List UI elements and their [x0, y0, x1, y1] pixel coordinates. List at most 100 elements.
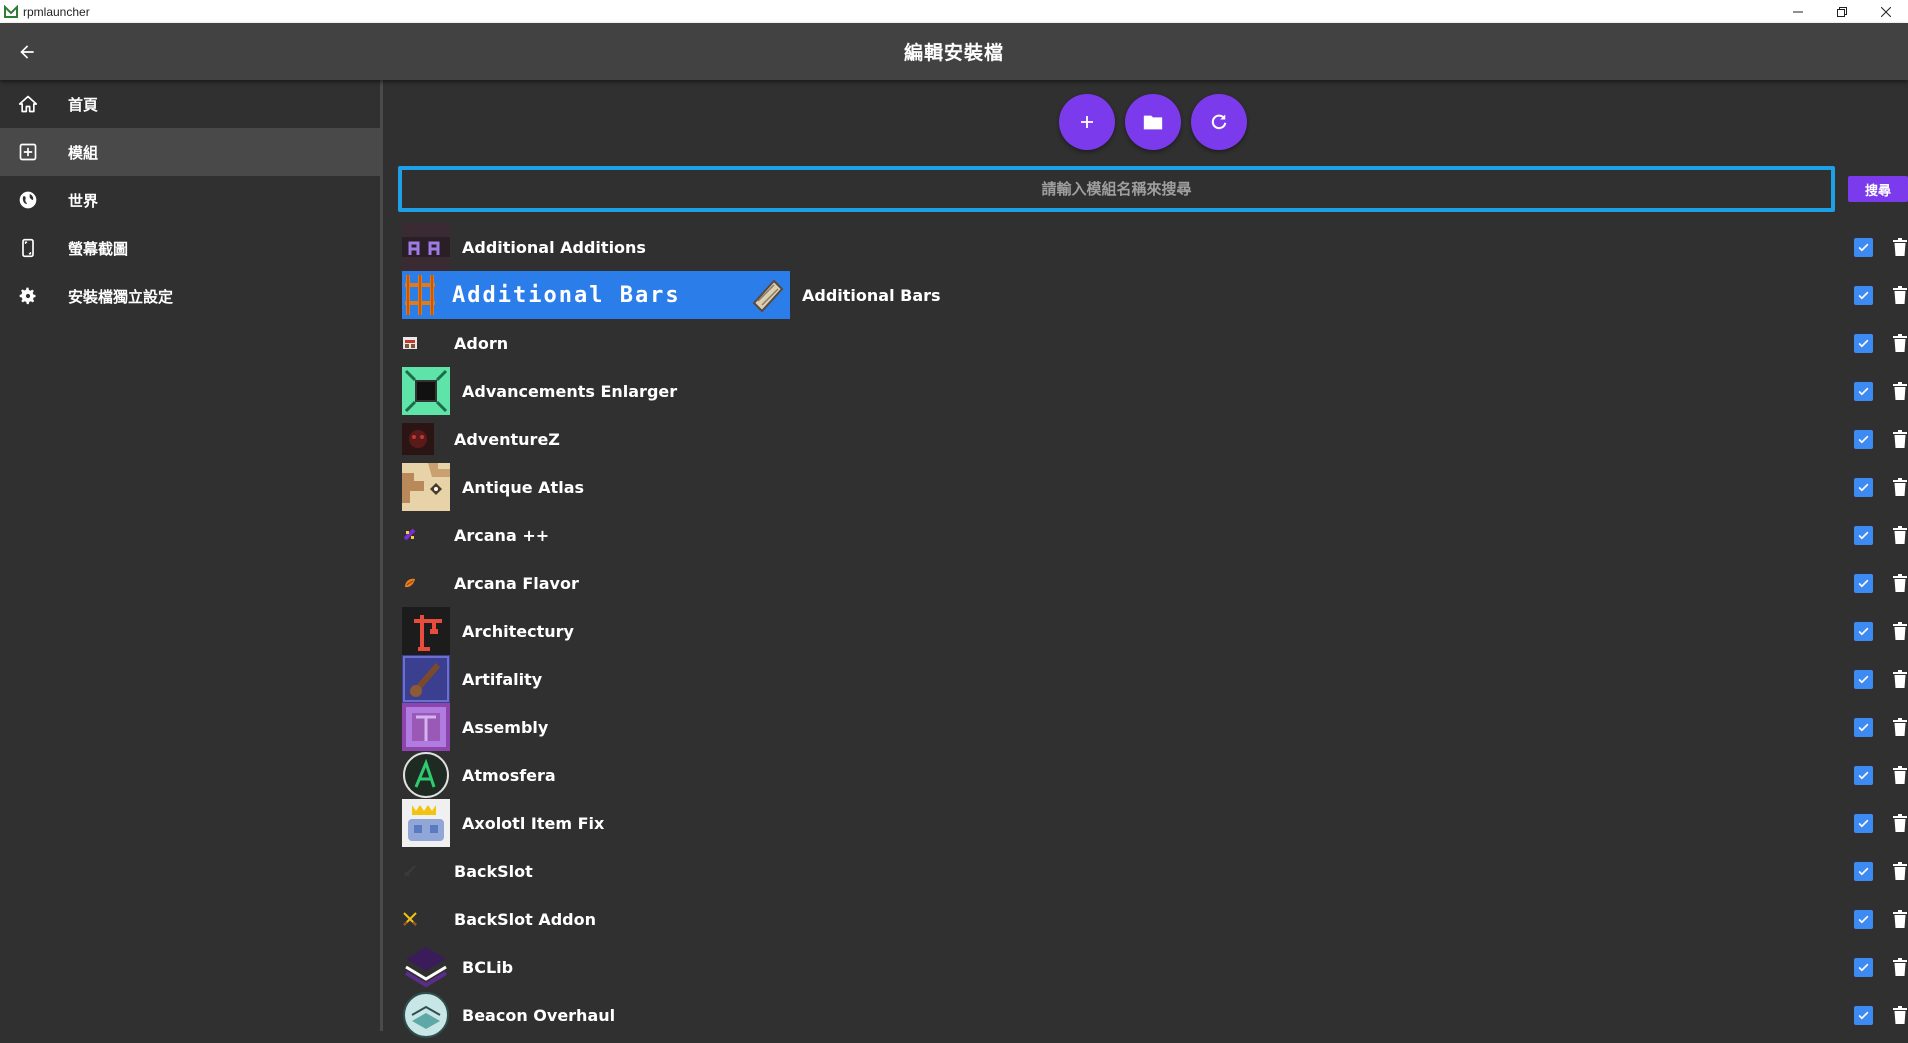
delete-button[interactable]	[1890, 284, 1908, 306]
delete-button[interactable]	[1890, 812, 1908, 834]
mod-name: Axolotl Item Fix	[462, 813, 605, 833]
enable-checkbox[interactable]	[1854, 958, 1873, 977]
mod-row[interactable]: Additional Bars Additional Bars	[402, 271, 1908, 319]
minimize-button[interactable]	[1776, 0, 1820, 23]
sidebar-item-worlds[interactable]: 世界	[0, 176, 380, 224]
mod-row[interactable]: Beacon Overhaul	[402, 991, 1908, 1039]
delete-button[interactable]	[1890, 236, 1908, 258]
refresh-button[interactable]	[1191, 94, 1247, 150]
delete-button[interactable]	[1890, 668, 1908, 690]
sidebar-item-home[interactable]: 首頁	[0, 80, 380, 128]
delete-button[interactable]	[1890, 572, 1908, 594]
check-icon	[1858, 867, 1869, 876]
trash-icon	[1893, 910, 1907, 928]
adorn-icon	[402, 335, 418, 351]
sidebar-item-screenshots[interactable]: 螢幕截圖	[0, 224, 380, 272]
enable-checkbox[interactable]	[1854, 334, 1873, 353]
plus-icon	[1081, 116, 1093, 128]
arrow-back-icon	[20, 45, 34, 59]
home-icon	[14, 90, 42, 118]
mod-row[interactable]: BCLib	[402, 943, 1908, 991]
mod-row[interactable]: Artifality	[402, 655, 1908, 703]
check-icon	[1858, 339, 1869, 348]
mod-row[interactable]: Advancements Enlarger	[402, 367, 1908, 415]
enable-checkbox[interactable]	[1854, 910, 1873, 929]
mod-name: Additional Bars	[802, 285, 941, 305]
trash-icon	[1893, 334, 1907, 352]
folder-icon	[1143, 115, 1163, 130]
enable-checkbox[interactable]	[1854, 382, 1873, 401]
check-icon	[1858, 675, 1869, 684]
screenshot-icon	[14, 234, 42, 262]
check-icon	[1858, 579, 1869, 588]
delete-button[interactable]	[1890, 764, 1908, 786]
mod-row[interactable]: Arcana Flavor	[402, 559, 1908, 607]
mod-row[interactable]: Architectury	[402, 607, 1908, 655]
enable-checkbox[interactable]	[1854, 238, 1873, 257]
enable-checkbox[interactable]	[1854, 286, 1873, 305]
mod-row[interactable]: Assembly	[402, 703, 1908, 751]
delete-button[interactable]	[1890, 908, 1908, 930]
mod-row[interactable]: Antique Atlas	[402, 463, 1908, 511]
enable-checkbox[interactable]	[1854, 1006, 1873, 1025]
mod-name: Assembly	[462, 717, 549, 737]
trash-icon	[1893, 1006, 1907, 1024]
open-folder-button[interactable]	[1125, 94, 1181, 150]
delete-button[interactable]	[1890, 524, 1908, 546]
sidebar-item-instance-settings[interactable]: 安裝檔獨立設定	[0, 272, 380, 320]
enable-checkbox[interactable]	[1854, 766, 1873, 785]
mod-row[interactable]: BackSlot Addon	[402, 895, 1908, 943]
delete-button[interactable]	[1890, 860, 1908, 882]
mod-row[interactable]: Atmosfera	[402, 751, 1908, 799]
action-buttons	[1059, 94, 1247, 150]
sidebar-item-mods[interactable]: 模組	[0, 128, 380, 176]
mod-name: Additional Additions	[462, 237, 646, 257]
mod-row[interactable]: AdventureZ	[402, 415, 1908, 463]
check-icon	[1858, 771, 1869, 780]
enable-checkbox[interactable]	[1854, 718, 1873, 737]
delete-button[interactable]	[1890, 716, 1908, 738]
check-icon	[1858, 963, 1869, 972]
mod-row[interactable]: Arcana ++	[402, 511, 1908, 559]
back-button[interactable]	[10, 35, 44, 69]
add-mod-button[interactable]	[1059, 94, 1115, 150]
close-icon	[1881, 6, 1891, 17]
aa-letters-icon	[402, 223, 450, 271]
search-button[interactable]: 搜尋	[1848, 176, 1908, 202]
check-icon	[1858, 723, 1869, 732]
enable-checkbox[interactable]	[1854, 814, 1873, 833]
check-icon	[1858, 483, 1869, 492]
search-input[interactable]	[402, 170, 1831, 208]
sidebar: 首頁 模組 世界 螢幕截圖 安裝檔獨立設定	[0, 80, 383, 1031]
restore-button[interactable]	[1820, 0, 1864, 23]
mod-name: Atmosfera	[462, 765, 556, 785]
delete-button[interactable]	[1890, 476, 1908, 498]
mod-row[interactable]: BackSlot	[402, 847, 1908, 895]
trash-icon	[1893, 718, 1907, 736]
enable-checkbox[interactable]	[1854, 526, 1873, 545]
mod-row[interactable]: Axolotl Item Fix	[402, 799, 1908, 847]
backslot-icon	[402, 863, 418, 879]
enable-checkbox[interactable]	[1854, 670, 1873, 689]
mod-row[interactable]: Additional Additions	[402, 223, 1908, 271]
check-icon	[1858, 819, 1869, 828]
close-window-button[interactable]	[1864, 0, 1908, 23]
delete-button[interactable]	[1890, 620, 1908, 642]
delete-button[interactable]	[1890, 332, 1908, 354]
check-icon	[1858, 291, 1869, 300]
delete-button[interactable]	[1890, 1004, 1908, 1026]
enable-checkbox[interactable]	[1854, 478, 1873, 497]
enable-checkbox[interactable]	[1854, 574, 1873, 593]
mod-name: BCLib	[462, 957, 514, 977]
trash-icon	[1893, 478, 1907, 496]
delete-button[interactable]	[1890, 380, 1908, 402]
mod-row[interactable]: Adorn	[402, 319, 1908, 367]
enable-checkbox[interactable]	[1854, 430, 1873, 449]
delete-button[interactable]	[1890, 428, 1908, 450]
delete-button[interactable]	[1890, 956, 1908, 978]
mod-name: AdventureZ	[454, 429, 560, 449]
banner-text: Additional Bars	[452, 282, 681, 308]
enable-checkbox[interactable]	[1854, 622, 1873, 641]
check-icon	[1858, 435, 1869, 444]
enable-checkbox[interactable]	[1854, 862, 1873, 881]
